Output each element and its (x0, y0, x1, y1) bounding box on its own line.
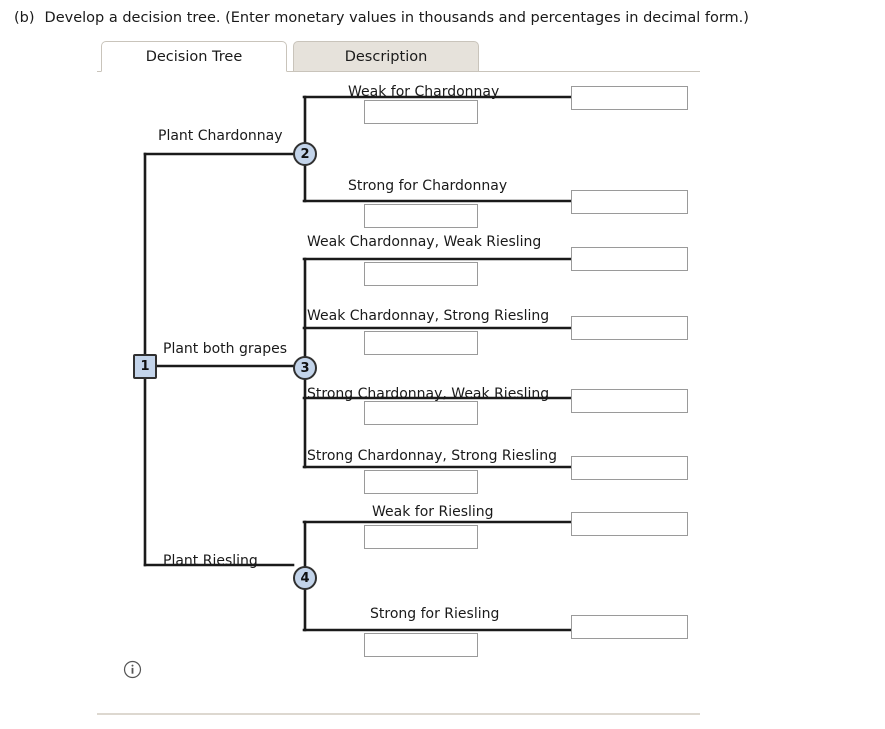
probability-input-strong-riesling[interactable] (364, 633, 478, 657)
info-icon[interactable] (123, 660, 142, 679)
tab-decision-tree-label: Decision Tree (145, 48, 243, 65)
outcome-label-weak-chard-weak-riesling: Weak Chardonnay, Weak Riesling (307, 234, 542, 250)
decision-node-1-label: 1 (140, 359, 150, 374)
question-text: Develop a decision tree. (Enter monetary… (44, 10, 749, 26)
outcome-label-weak-chardonnay: Weak for Chardonnay (348, 84, 500, 100)
payoff-input-weak-chard-weak-riesling[interactable] (571, 247, 688, 271)
outcome-label-strong-chardonnay: Strong for Chardonnay (348, 178, 508, 194)
probability-input-strong-chard-strong-riesling[interactable] (364, 470, 478, 494)
probability-input-weak-chardonnay[interactable] (364, 100, 478, 124)
chance-node-4-label: 4 (300, 570, 310, 586)
tab-description-label: Description (344, 48, 428, 65)
payoff-input-strong-chard-weak-riesling[interactable] (571, 389, 688, 413)
chance-node-3-label: 3 (300, 360, 310, 376)
outcome-label-strong-chard-weak-riesling: Strong Chardonnay, Weak Riesling (307, 386, 550, 402)
outcome-label-weak-chard-strong-riesling: Weak Chardonnay, Strong Riesling (307, 308, 550, 324)
probability-input-weak-chard-weak-riesling[interactable] (364, 262, 478, 286)
chance-node-2-label: 2 (300, 146, 310, 162)
tab-description[interactable]: Description (293, 41, 479, 72)
probability-input-strong-chardonnay[interactable] (364, 204, 478, 228)
bottom-divider (97, 713, 700, 715)
probability-input-strong-chard-weak-riesling[interactable] (364, 401, 478, 425)
outcome-label-strong-chard-strong-riesling: Strong Chardonnay, Strong Riesling (307, 448, 557, 464)
branch-label-plant-chardonnay: Plant Chardonnay (158, 128, 283, 144)
branch-label-plant-riesling: Plant Riesling (163, 553, 258, 569)
tab-decision-tree[interactable]: Decision Tree (101, 41, 287, 72)
decision-node-1[interactable]: 1 (133, 354, 157, 379)
payoff-input-weak-chard-strong-riesling[interactable] (571, 316, 688, 340)
payoff-input-weak-chardonnay[interactable] (571, 86, 688, 110)
question-label: (b) (14, 10, 35, 26)
payoff-input-strong-chardonnay[interactable] (571, 190, 688, 214)
question-prompt: (b) Develop a decision tree. (Enter monet… (14, 9, 749, 27)
probability-input-weak-chard-strong-riesling[interactable] (364, 331, 478, 355)
chance-node-2[interactable]: 2 (293, 142, 317, 166)
payoff-input-weak-riesling[interactable] (571, 512, 688, 536)
payoff-input-strong-riesling[interactable] (571, 615, 688, 639)
chance-node-4[interactable]: 4 (293, 566, 317, 590)
outcome-label-weak-riesling: Weak for Riesling (372, 504, 494, 520)
probability-input-weak-riesling[interactable] (364, 525, 478, 549)
tab-strip: Decision Tree Description (97, 40, 700, 72)
chance-node-3[interactable]: 3 (293, 356, 317, 380)
payoff-input-strong-chard-strong-riesling[interactable] (571, 456, 688, 480)
outcome-label-strong-riesling: Strong for Riesling (370, 606, 500, 622)
branch-label-plant-both-grapes: Plant both grapes (163, 341, 288, 357)
